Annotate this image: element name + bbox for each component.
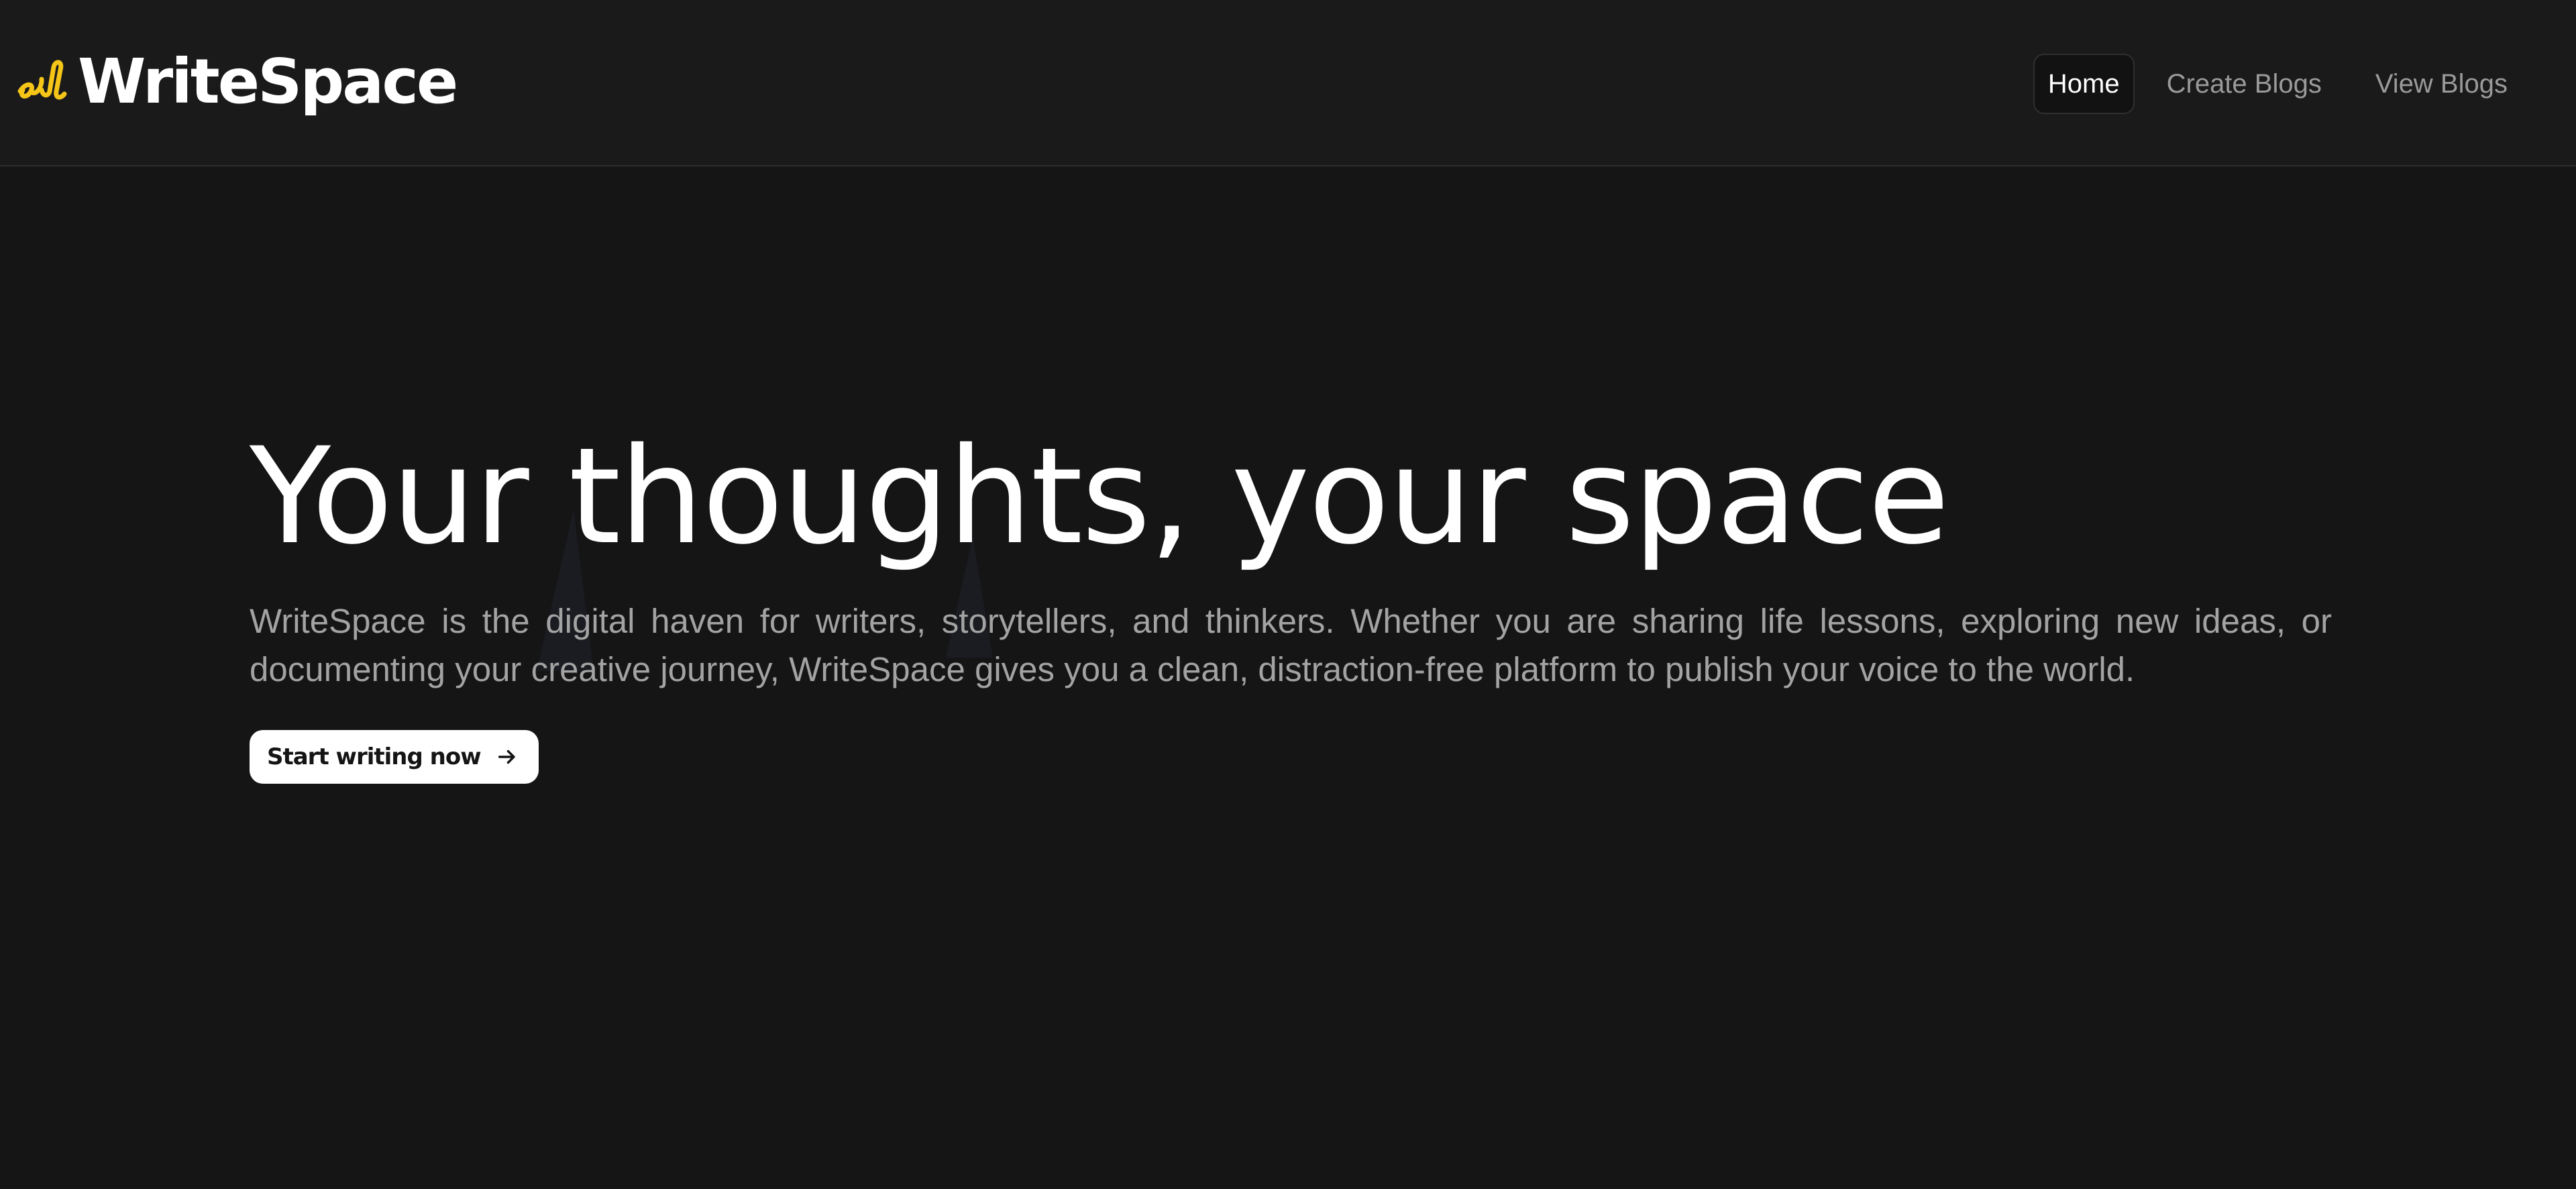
pen-scribble-icon (17, 60, 67, 100)
hero-title: Your thoughts, your space (250, 419, 1949, 574)
brand-name: WriteSpace (78, 45, 458, 117)
start-writing-button[interactable]: Start writing now (250, 730, 539, 784)
nav-home-link[interactable]: Home (2033, 54, 2135, 114)
main-nav: Home Create Blogs View Blogs (2023, 54, 2529, 114)
hero-section: Your thoughts, your space WriteSpace is … (250, 416, 2332, 784)
nav-view-blogs-link[interactable]: View Blogs (2354, 55, 2529, 113)
arrow-right-icon (498, 749, 515, 764)
start-writing-label: Start writing now (267, 743, 482, 770)
nav-create-blogs-link[interactable]: Create Blogs (2145, 55, 2343, 113)
navbar: WriteSpace Home Create Blogs View Blogs (0, 0, 2576, 166)
hero-description: WriteSpace is the digital haven for writ… (250, 602, 2332, 688)
brand-logo-link[interactable]: WriteSpace (16, 38, 458, 125)
